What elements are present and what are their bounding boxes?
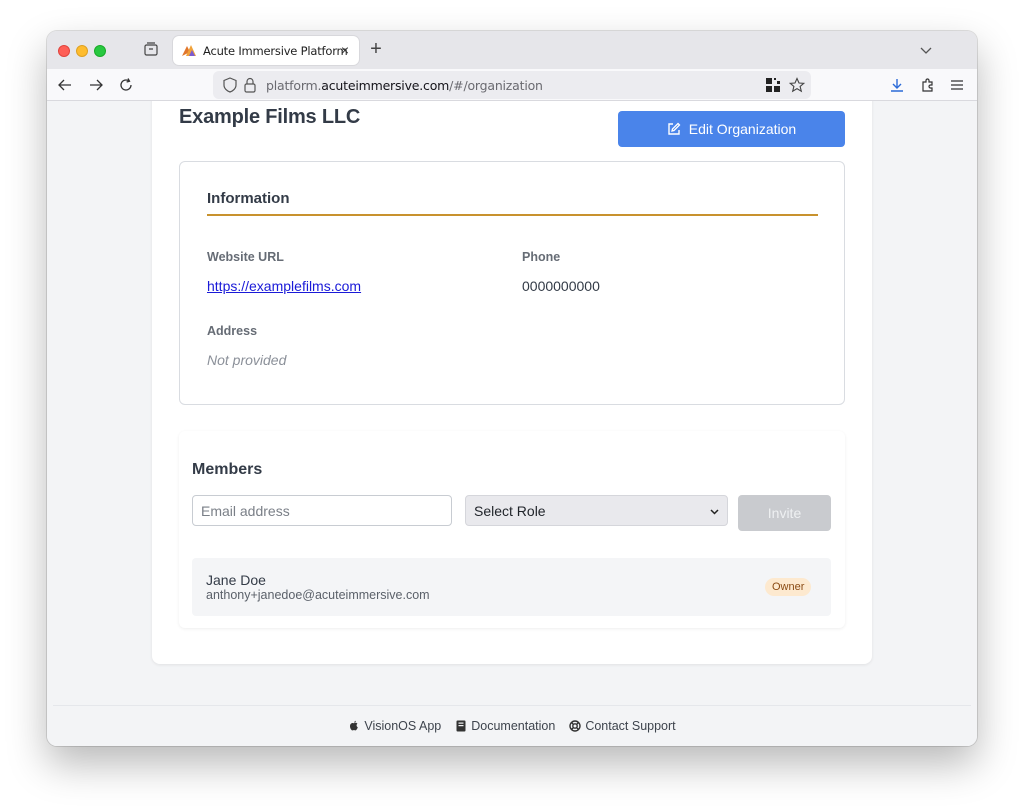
- edit-organization-button[interactable]: Edit Organization: [618, 111, 845, 147]
- role-badge: Owner: [765, 578, 812, 596]
- tab-overview-icon[interactable]: [143, 41, 159, 57]
- heading-divider: [207, 214, 818, 216]
- member-row[interactable]: Jane Doe anthony+janedoe@acuteimmersive.…: [192, 558, 831, 616]
- lifebuoy-icon: [569, 720, 582, 732]
- address-label: Address: [207, 324, 258, 338]
- browser-window: Acute Immersive Platform × + platform.ac…: [47, 31, 977, 746]
- page-viewport: Example Films LLC Edit Organization Info…: [47, 101, 977, 746]
- zoom-window-button[interactable]: [94, 45, 106, 57]
- address-bar[interactable]: platform.acuteimmersive.com/#/organizati…: [213, 71, 811, 99]
- close-window-button[interactable]: [58, 45, 70, 57]
- chevron-down-icon: [710, 509, 719, 515]
- role-select-value: Select Role: [474, 503, 546, 519]
- page-title: Example Films LLC: [179, 106, 361, 128]
- url-text[interactable]: platform.acuteimmersive.com/#/organizati…: [266, 78, 543, 93]
- information-heading: Information: [207, 190, 290, 207]
- new-tab-button[interactable]: +: [365, 38, 387, 60]
- tab-title: Acute Immersive Platform: [203, 44, 348, 58]
- reload-icon[interactable]: [118, 77, 134, 93]
- footer-link-label: Contact Support: [585, 719, 676, 733]
- tab-close-button[interactable]: ×: [337, 41, 353, 59]
- address-value: Not provided: [207, 352, 287, 368]
- footer-link-label: Documentation: [471, 719, 556, 733]
- chevron-down-icon[interactable]: [919, 43, 933, 57]
- information-section: Information Website URL https://examplef…: [179, 161, 845, 405]
- invite-button[interactable]: Invite: [738, 495, 831, 531]
- website-label: Website URL: [207, 250, 284, 264]
- members-heading: Members: [192, 461, 263, 478]
- extensions-icon[interactable]: [920, 77, 936, 93]
- phone-value: 0000000000: [522, 278, 600, 294]
- edit-icon: [668, 122, 681, 135]
- phone-label: Phone: [522, 250, 561, 264]
- email-input[interactable]: [192, 495, 452, 526]
- footer-link-label: VisionOS App: [364, 719, 442, 733]
- member-email: anthony+janedoe@acuteimmersive.com: [206, 588, 430, 602]
- minimize-window-button[interactable]: [76, 45, 88, 57]
- bookmark-star-icon[interactable]: [789, 77, 805, 93]
- footer-link-contact-support[interactable]: Contact Support: [569, 719, 676, 733]
- forward-arrow-icon[interactable]: [88, 77, 104, 93]
- tab-strip: Acute Immersive Platform × +: [47, 31, 977, 69]
- page-footer: VisionOS App Documentation Contact Suppo…: [53, 705, 971, 746]
- lock-icon[interactable]: [244, 77, 256, 93]
- favicon-icon: [182, 45, 196, 56]
- navigation-bar: platform.acuteimmersive.com/#/organizati…: [47, 69, 977, 101]
- apple-icon: [350, 720, 359, 731]
- role-select[interactable]: Select Role: [465, 495, 728, 526]
- shield-icon[interactable]: [223, 77, 237, 93]
- website-link[interactable]: https://examplefilms.com: [207, 278, 361, 294]
- book-icon: [456, 720, 466, 732]
- edit-organization-label: Edit Organization: [688, 121, 797, 137]
- download-icon[interactable]: [889, 77, 905, 93]
- member-name: Jane Doe: [206, 572, 266, 588]
- organization-card: Example Films LLC Edit Organization Info…: [152, 101, 872, 664]
- footer-link-documentation[interactable]: Documentation: [455, 719, 555, 733]
- active-tab[interactable]: Acute Immersive Platform ×: [173, 36, 359, 65]
- menu-icon[interactable]: [949, 77, 965, 93]
- footer-link-visionos-app[interactable]: VisionOS App: [348, 719, 441, 733]
- back-arrow-icon[interactable]: [57, 77, 73, 93]
- members-section: Members Select Role Invite Jane Doe anth…: [179, 431, 845, 628]
- qr-code-icon[interactable]: [766, 78, 780, 92]
